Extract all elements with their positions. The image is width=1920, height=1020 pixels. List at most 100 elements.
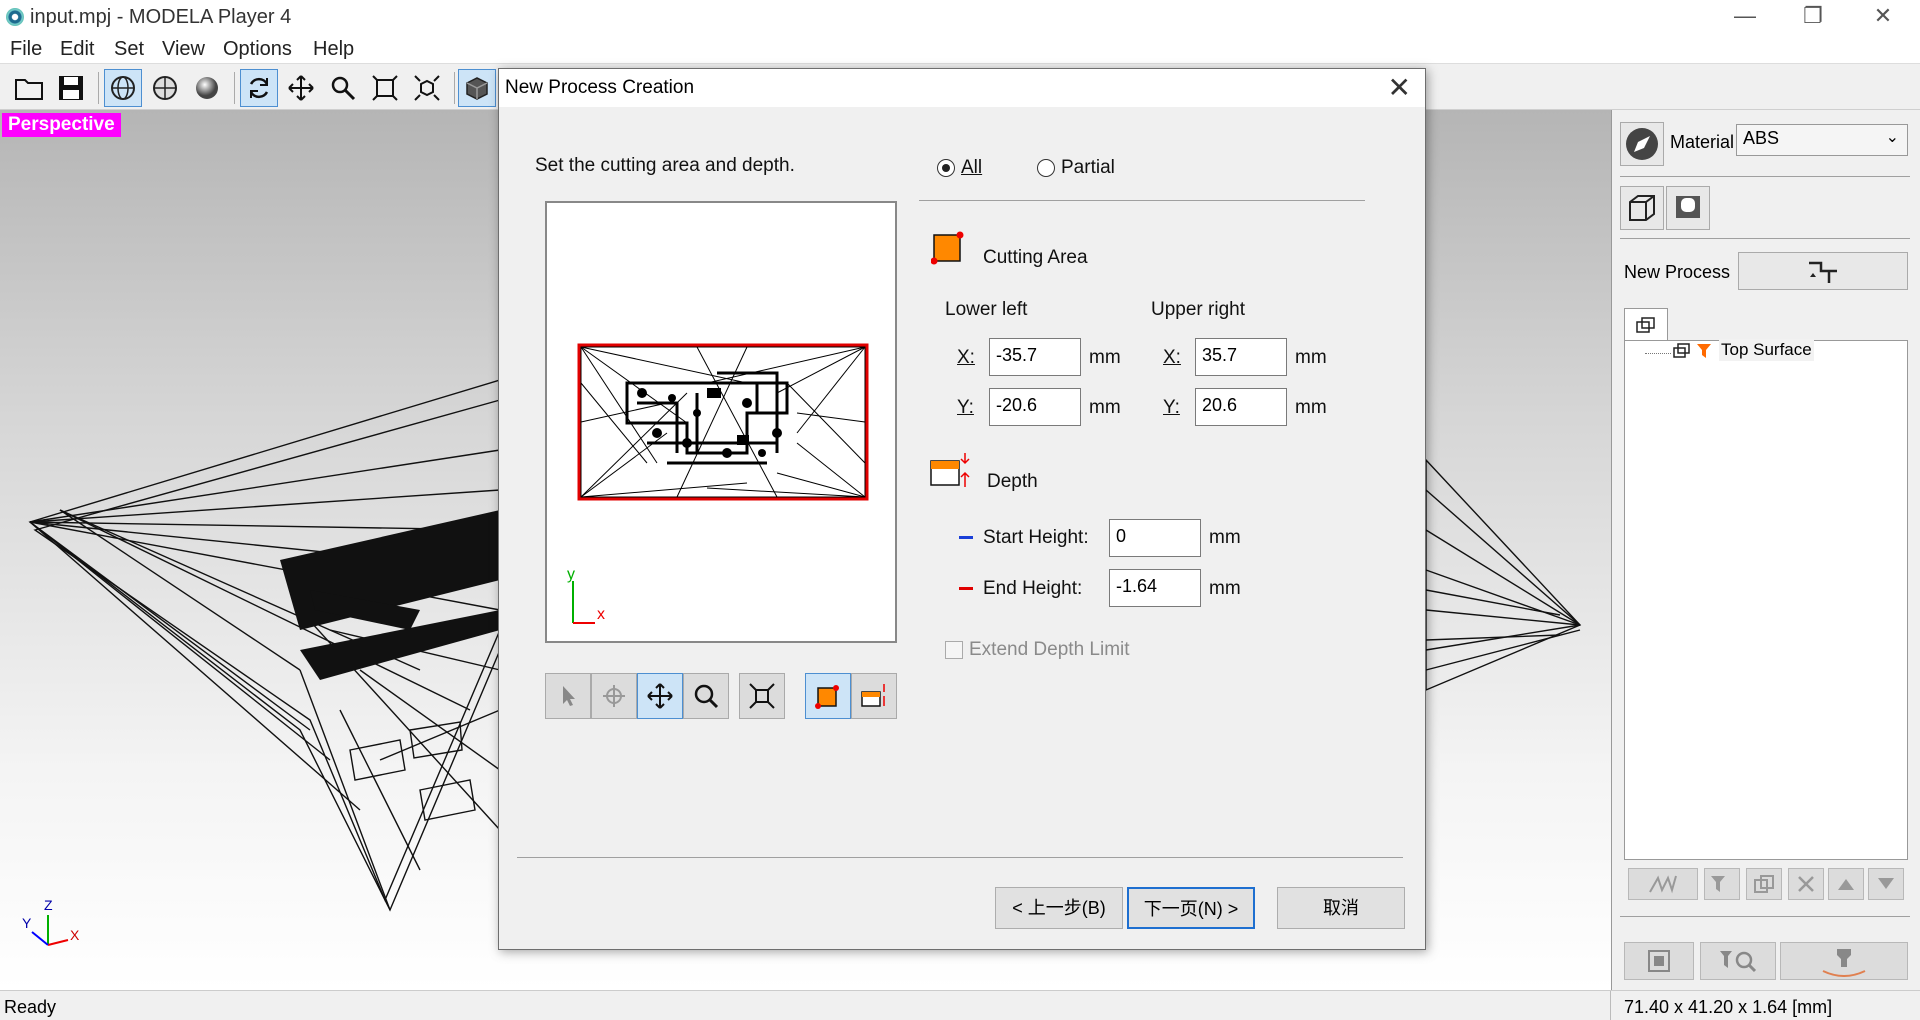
unit-label: mm — [1089, 397, 1121, 418]
radio-all-label[interactable]: All — [961, 157, 982, 179]
axis-indicator-icon: Y Z X — [22, 897, 80, 946]
axis-y-label: Y — [22, 915, 32, 931]
end-height-label: End Height: — [983, 578, 1083, 599]
new-process-dialog: New Process Creation ✕ Set the cutting a… — [498, 68, 1426, 950]
shaded-view-icon[interactable] — [188, 69, 226, 107]
upper-right-x-input[interactable]: 35.7 — [1195, 338, 1287, 376]
new-process-label: New Process — [1624, 262, 1731, 282]
axis-z-label: Z — [44, 897, 53, 913]
path-icon[interactable] — [1628, 868, 1698, 900]
material-label: Material — [1670, 132, 1735, 152]
dialog-title: New Process Creation — [505, 77, 695, 98]
ur-x-label: X: — [1163, 347, 1181, 368]
process-tab[interactable] — [1624, 308, 1668, 340]
instruction-text: Set the cutting area and depth. — [535, 155, 795, 176]
open-folder-icon[interactable] — [10, 69, 48, 107]
pan-icon[interactable] — [282, 69, 320, 107]
depth-tool-icon[interactable] — [851, 673, 897, 719]
copy-icon[interactable] — [1746, 868, 1782, 900]
ll-y-label: Y: — [957, 397, 974, 418]
fit-view-icon[interactable] — [366, 69, 404, 107]
cutting-area-title: Cutting Area — [983, 247, 1088, 268]
ll-x-label: X: — [957, 347, 975, 368]
unit-label: mm — [1089, 347, 1121, 368]
title-bar: input.mpj - MODELA Player 4 — ❐ ✕ — [0, 0, 1920, 34]
preview-axis-x: x — [597, 606, 605, 623]
menu-edit[interactable]: Edit — [60, 38, 94, 61]
zoom-icon[interactable] — [324, 69, 362, 107]
material-icon[interactable] — [1620, 122, 1664, 166]
cutting-area-tool-icon[interactable] — [805, 673, 851, 719]
chevron-down-icon: ⌄ — [1885, 129, 1899, 146]
axis-x-label: X — [70, 927, 80, 943]
window-title: input.mpj - MODELA Player 4 — [30, 6, 292, 28]
fit-preview-icon[interactable] — [739, 673, 785, 719]
layers-icon — [1636, 316, 1655, 333]
status-dimensions: 71.40 x 41.20 x 1.64 [mm] — [1624, 997, 1833, 1017]
menu-options[interactable]: Options — [223, 38, 292, 61]
unit-label: mm — [1209, 527, 1241, 548]
menu-set[interactable]: Set — [114, 38, 144, 61]
depth-title: Depth — [987, 471, 1038, 492]
menu-help[interactable]: Help — [313, 38, 354, 61]
rotate-view-icon[interactable] — [591, 673, 637, 719]
status-ready: Ready — [4, 997, 57, 1017]
end-height-marker — [959, 587, 973, 590]
extend-depth-checkbox[interactable] — [945, 641, 963, 659]
lower-left-y-input[interactable]: -20.6 — [989, 388, 1081, 426]
rotate-icon[interactable] — [240, 69, 278, 107]
delete-icon[interactable] — [1788, 868, 1824, 900]
cut-icon[interactable] — [1780, 942, 1908, 980]
wireframe-view-icon[interactable] — [104, 69, 142, 107]
status-bar: Ready 71.40 x 41.20 x 1.64 [mm] — [0, 990, 1920, 1020]
menu-file[interactable]: File — [10, 38, 42, 61]
new-process-button[interactable] — [1738, 252, 1908, 290]
model-box-icon[interactable] — [1620, 186, 1664, 230]
unit-label: mm — [1295, 397, 1327, 418]
cutting-area-icon — [930, 229, 967, 271]
lower-left-label: Lower left — [945, 299, 1028, 320]
next-button[interactable]: 下一页(N) > — [1127, 887, 1255, 929]
unit-label: mm — [1209, 578, 1241, 599]
tree-item-top-surface[interactable]: Top Surface — [1719, 339, 1814, 361]
ur-y-label: Y: — [1163, 397, 1180, 418]
close-button[interactable]: ✕ — [1848, 0, 1918, 34]
move-down-icon[interactable] — [1868, 868, 1904, 900]
menu-bar: File Edit Set View Options Help — [0, 34, 1920, 64]
lower-left-x-input[interactable]: -35.7 — [989, 338, 1081, 376]
unit-label: mm — [1295, 347, 1327, 368]
cancel-button[interactable]: 取消 — [1277, 887, 1405, 929]
tool-select-icon[interactable] — [1704, 868, 1740, 900]
start-height-input[interactable]: 0 — [1109, 519, 1201, 557]
box-view-icon[interactable] — [458, 69, 496, 107]
select-cursor-icon[interactable] — [545, 673, 591, 719]
tool-search-icon[interactable] — [1700, 942, 1776, 980]
tool-icon — [1695, 342, 1713, 366]
pan-view-icon[interactable] — [637, 673, 683, 719]
extend-depth-label: Extend Depth Limit — [969, 639, 1130, 660]
move-up-icon[interactable] — [1828, 868, 1864, 900]
dialog-title-bar: New Process Creation ✕ — [499, 69, 1425, 107]
radio-partial-label[interactable]: Partial — [1061, 157, 1115, 179]
process-tree: Top Surface — [1624, 339, 1908, 860]
start-height-label: Start Height: — [983, 527, 1089, 548]
surface-wire-icon[interactable] — [146, 69, 184, 107]
model-base-icon[interactable] — [1666, 186, 1710, 230]
menu-view[interactable]: View — [162, 38, 205, 61]
material-select[interactable]: ABS ⌄ — [1736, 124, 1908, 156]
dialog-close-button[interactable]: ✕ — [1388, 71, 1411, 104]
restore-button[interactable]: ❐ — [1778, 0, 1848, 34]
end-height-input[interactable]: -1.64 — [1109, 569, 1201, 607]
minimize-button[interactable]: — — [1710, 0, 1780, 34]
back-button[interactable]: < 上一步(B) — [995, 887, 1123, 929]
fit-model-icon[interactable] — [408, 69, 446, 107]
radio-all[interactable] — [937, 159, 955, 177]
area-preview[interactable]: y x — [545, 201, 897, 643]
material-value: ABS — [1743, 128, 1780, 148]
zoom-view-icon[interactable] — [683, 673, 729, 719]
upper-right-y-input[interactable]: 20.6 — [1195, 388, 1287, 426]
radio-partial[interactable] — [1037, 159, 1055, 177]
preview-icon[interactable] — [1624, 942, 1694, 980]
save-icon[interactable] — [52, 69, 90, 107]
preview-axis-y: y — [567, 566, 575, 583]
